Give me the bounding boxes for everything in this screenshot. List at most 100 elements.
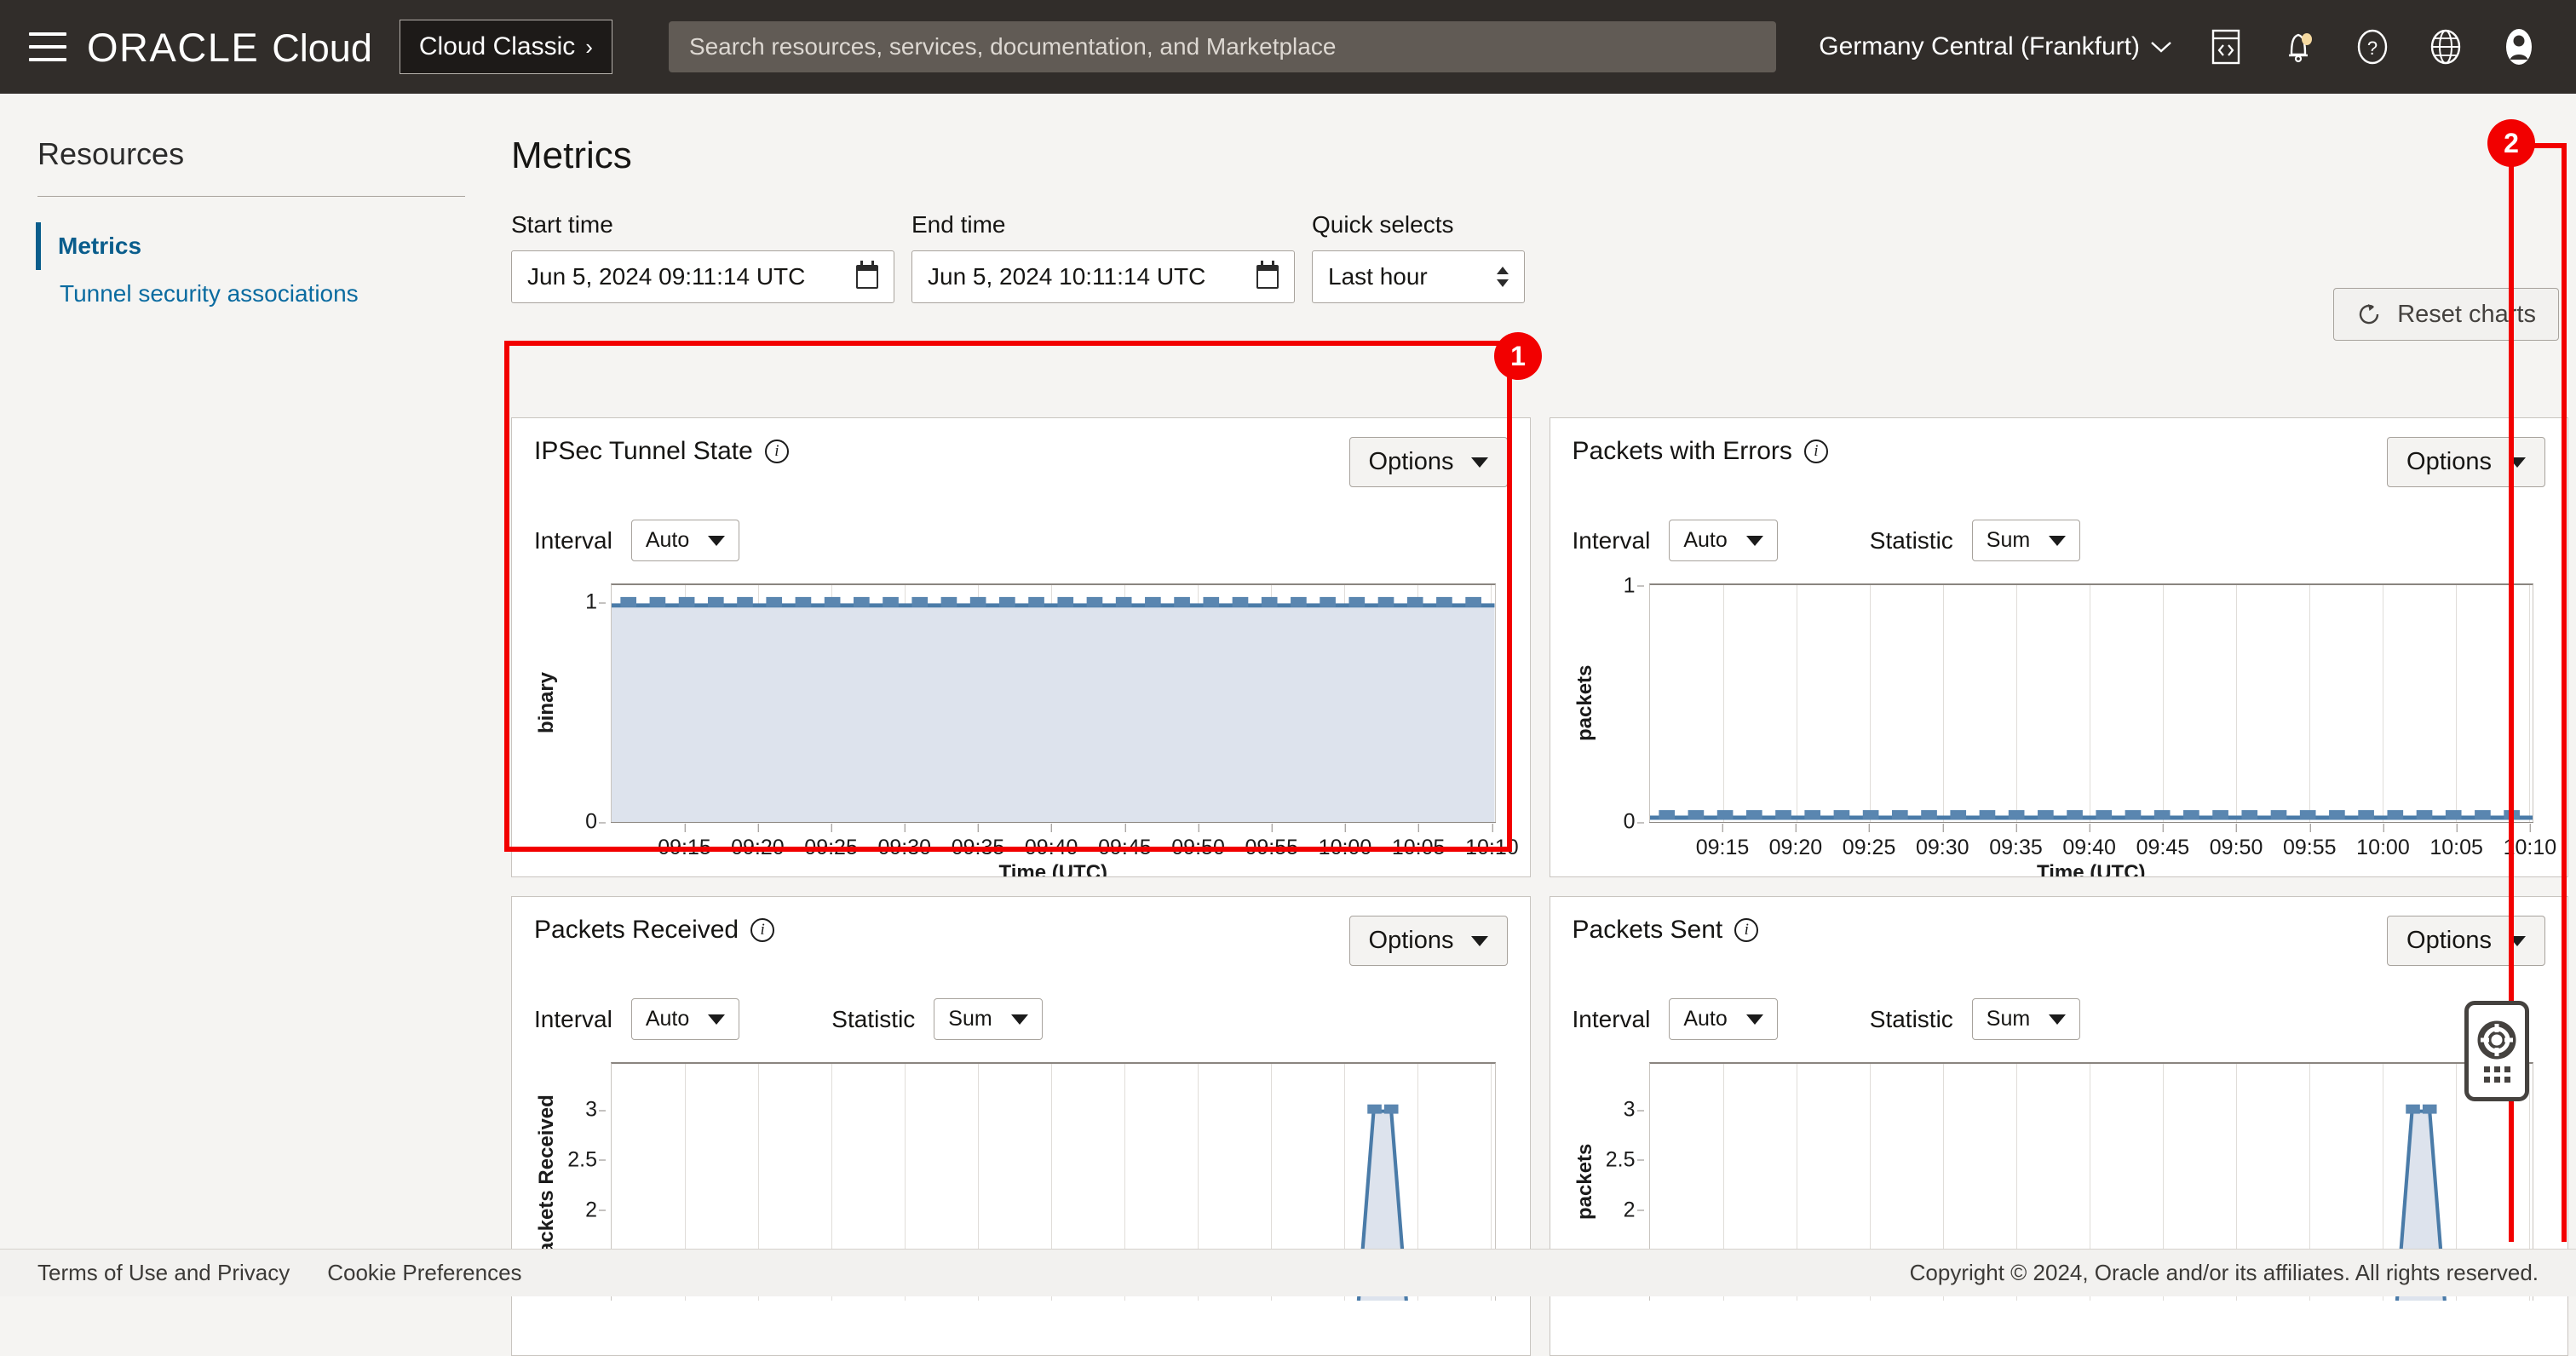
plot-area[interactable] <box>1649 583 2534 822</box>
oracle-cloud-logo[interactable]: ORACLE Cloud <box>87 24 372 71</box>
region-selector[interactable]: Germany Central (Frankfurt) <box>1819 32 2172 61</box>
start-time-group: Start time Jun 5, 2024 09:11:14 UTC <box>511 211 894 303</box>
statistic-label: Statistic <box>1870 527 1953 554</box>
y-tick: 1 <box>585 590 597 615</box>
x-tick: 09:35 <box>952 836 1005 860</box>
x-tick: 10:10 <box>1465 836 1519 860</box>
chevron-down-icon <box>1011 1014 1028 1025</box>
help-question-icon[interactable]: ? <box>2353 27 2392 66</box>
calendar-icon[interactable] <box>856 265 878 289</box>
statistic-select[interactable]: Sum <box>934 998 1042 1040</box>
x-tick: 09:55 <box>2283 836 2337 860</box>
metrics-chart-grid: IPSec Tunnel State i Options Interval Au… <box>511 417 2568 1356</box>
global-search-input[interactable] <box>669 21 1776 72</box>
drag-dots-handle[interactable] <box>2484 1066 2510 1083</box>
sidebar-divider <box>37 196 465 197</box>
x-tick: 09:40 <box>2062 836 2116 860</box>
x-tick: 09:40 <box>1025 836 1078 860</box>
code-editor-icon[interactable] <box>2206 27 2245 66</box>
x-tick: 09:45 <box>2136 836 2190 860</box>
interval-value: Auto <box>646 528 689 553</box>
options-button[interactable]: Options <box>1349 916 1508 966</box>
info-icon[interactable]: i <box>1804 440 1828 463</box>
interval-value: Auto <box>1683 1007 1727 1031</box>
chevron-down-icon <box>2049 536 2066 546</box>
x-tick: 09:50 <box>2210 836 2263 860</box>
x-tick: 09:20 <box>1769 836 1823 860</box>
chart-plot-packets-with-errors: packets 0 1 <box>1573 583 2546 873</box>
y-tick: 0 <box>1624 810 1636 835</box>
page-footer: Terms of Use and Privacy Cookie Preferen… <box>0 1249 2576 1296</box>
x-tick: 09:35 <box>1989 836 2043 860</box>
chevron-down-icon <box>1471 936 1488 946</box>
page-title: Metrics <box>511 135 2576 177</box>
interval-select[interactable]: Auto <box>1669 998 1777 1040</box>
topbar-actions: Germany Central (Frankfurt) ? <box>1819 27 2547 66</box>
chart-card-packets-with-errors: Packets with Errors i Options Interval A… <box>1550 417 2569 877</box>
cloud-classic-button[interactable]: Cloud Classic › <box>400 20 612 74</box>
start-time-label: Start time <box>511 211 894 238</box>
support-widget[interactable] <box>2464 1001 2529 1101</box>
chevron-down-icon <box>2150 40 2172 54</box>
interval-label: Interval <box>1573 1006 1651 1033</box>
reset-charts-button[interactable]: Reset charts <box>2333 288 2559 341</box>
chevron-down-icon <box>1471 457 1488 468</box>
chart-card-ipsec-tunnel-state: IPSec Tunnel State i Options Interval Au… <box>511 417 1531 877</box>
x-tick: 09:25 <box>1843 836 1896 860</box>
chart-controls: Interval Auto <box>534 520 1508 561</box>
chevron-down-icon <box>708 536 725 546</box>
sidebar-item-tunnel-security-associations[interactable]: Tunnel security associations <box>37 270 465 318</box>
statistic-select[interactable]: Sum <box>1972 520 2080 561</box>
quick-selects-group: Quick selects Last hour <box>1312 211 1525 303</box>
chevron-down-icon <box>2049 1014 2066 1025</box>
x-tick: 09:15 <box>1696 836 1750 860</box>
top-navigation-bar: ORACLE Cloud Cloud Classic › Germany Cen… <box>0 0 2576 94</box>
notifications-bell-icon[interactable] <box>2280 27 2319 66</box>
end-time-value: Jun 5, 2024 10:11:14 UTC <box>928 263 1205 290</box>
calendar-icon[interactable] <box>1256 265 1279 289</box>
card-title-text: IPSec Tunnel State <box>534 437 753 466</box>
options-button[interactable]: Options <box>2387 437 2545 487</box>
card-title-text: Packets Sent <box>1573 916 1723 945</box>
options-button[interactable]: Options <box>1349 437 1508 487</box>
hamburger-menu-icon[interactable] <box>29 32 66 61</box>
x-tick: 10:05 <box>2429 836 2483 860</box>
stepper-icon[interactable] <box>1497 267 1509 287</box>
y-axis-ticks: 0 1 <box>1598 583 1644 822</box>
options-button[interactable]: Options <box>2387 916 2545 966</box>
start-time-input[interactable]: Jun 5, 2024 09:11:14 UTC <box>511 250 894 303</box>
y-tick: 2.5 <box>567 1147 597 1172</box>
statistic-select[interactable]: Sum <box>1972 998 2080 1040</box>
user-avatar-icon[interactable] <box>2499 27 2539 66</box>
statistic-value: Sum <box>1987 1007 2030 1031</box>
info-icon[interactable]: i <box>765 440 789 463</box>
sidebar-title: Resources <box>37 136 465 172</box>
chevron-down-icon <box>2509 936 2526 946</box>
x-tick: 10:00 <box>2356 836 2410 860</box>
interval-select[interactable]: Auto <box>1669 520 1777 561</box>
footer-link-terms[interactable]: Terms of Use and Privacy <box>37 1260 290 1286</box>
quick-selects-label: Quick selects <box>1312 211 1525 238</box>
sidebar-item-metrics[interactable]: Metrics <box>36 222 465 270</box>
card-header: Packets Sent i Options <box>1573 916 2546 966</box>
x-axis-line <box>1649 822 2534 823</box>
card-title: IPSec Tunnel State i <box>534 437 789 466</box>
x-tick: 09:55 <box>1245 836 1298 860</box>
end-time-input[interactable]: Jun 5, 2024 10:11:14 UTC <box>911 250 1295 303</box>
language-globe-icon[interactable] <box>2426 27 2465 66</box>
x-tick: 09:20 <box>731 836 785 860</box>
chart-controls: Interval Auto Statistic Sum <box>534 998 1508 1040</box>
card-header: IPSec Tunnel State i Options <box>534 437 1508 487</box>
y-tick: 3 <box>585 1098 597 1123</box>
footer-link-cookies[interactable]: Cookie Preferences <box>327 1260 521 1286</box>
quick-selects-select[interactable]: Last hour <box>1312 250 1525 303</box>
y-axis-label: packets <box>1573 583 1598 822</box>
plot-area[interactable] <box>611 583 1496 822</box>
interval-select[interactable]: Auto <box>631 998 739 1040</box>
y-tick: 3 <box>1624 1098 1636 1123</box>
interval-select[interactable]: Auto <box>631 520 739 561</box>
info-icon[interactable]: i <box>1734 918 1758 942</box>
info-icon[interactable]: i <box>750 918 774 942</box>
card-title: Packets Received i <box>534 916 774 945</box>
card-title: Packets Sent i <box>1573 916 1759 945</box>
